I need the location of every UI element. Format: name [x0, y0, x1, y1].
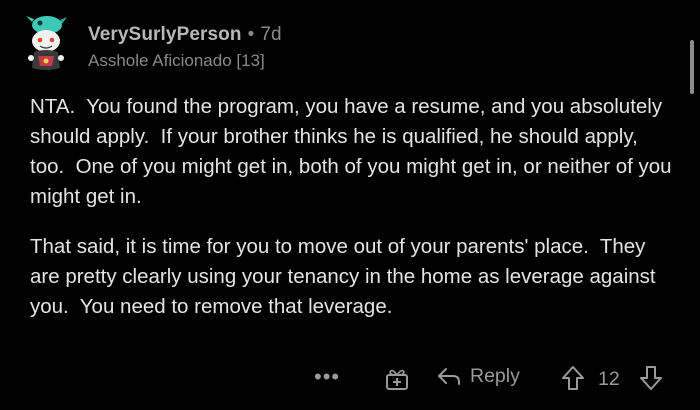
reply-label: Reply — [470, 365, 520, 387]
comment-action-bar: ••• Reply 12 — [0, 362, 700, 396]
downvote-arrow-icon — [640, 366, 662, 390]
more-options-button[interactable]: ••• — [314, 364, 340, 390]
vote-score: 12 — [598, 368, 620, 390]
reply-button[interactable]: Reply — [436, 365, 520, 388]
upvote-arrow-icon — [562, 366, 584, 390]
username-link[interactable]: VerySurlyPerson — [88, 24, 242, 45]
scrollbar-thumb[interactable] — [690, 40, 694, 94]
comment-paragraph: That said, it is time for you to move ou… — [30, 235, 662, 318]
comment: VerySurlyPerson • 7d Asshole Aficionado [1… — [0, 0, 700, 410]
downvote-button[interactable] — [638, 364, 664, 397]
comment-age: 7d — [260, 24, 282, 45]
avatar[interactable] — [20, 12, 72, 72]
comment-paragraph: NTA. You found the program, you have a r… — [30, 95, 678, 208]
user-flair: Asshole Aficionado [13] — [88, 51, 265, 70]
upvote-button[interactable] — [560, 364, 586, 397]
award-gift-icon — [386, 369, 408, 390]
award-button[interactable] — [384, 366, 410, 397]
reply-arrow-icon — [438, 367, 460, 385]
separator-dot: • — [247, 24, 255, 45]
comment-header: VerySurlyPerson • 7d — [88, 24, 282, 46]
snoo-avatar-icon — [26, 16, 67, 70]
